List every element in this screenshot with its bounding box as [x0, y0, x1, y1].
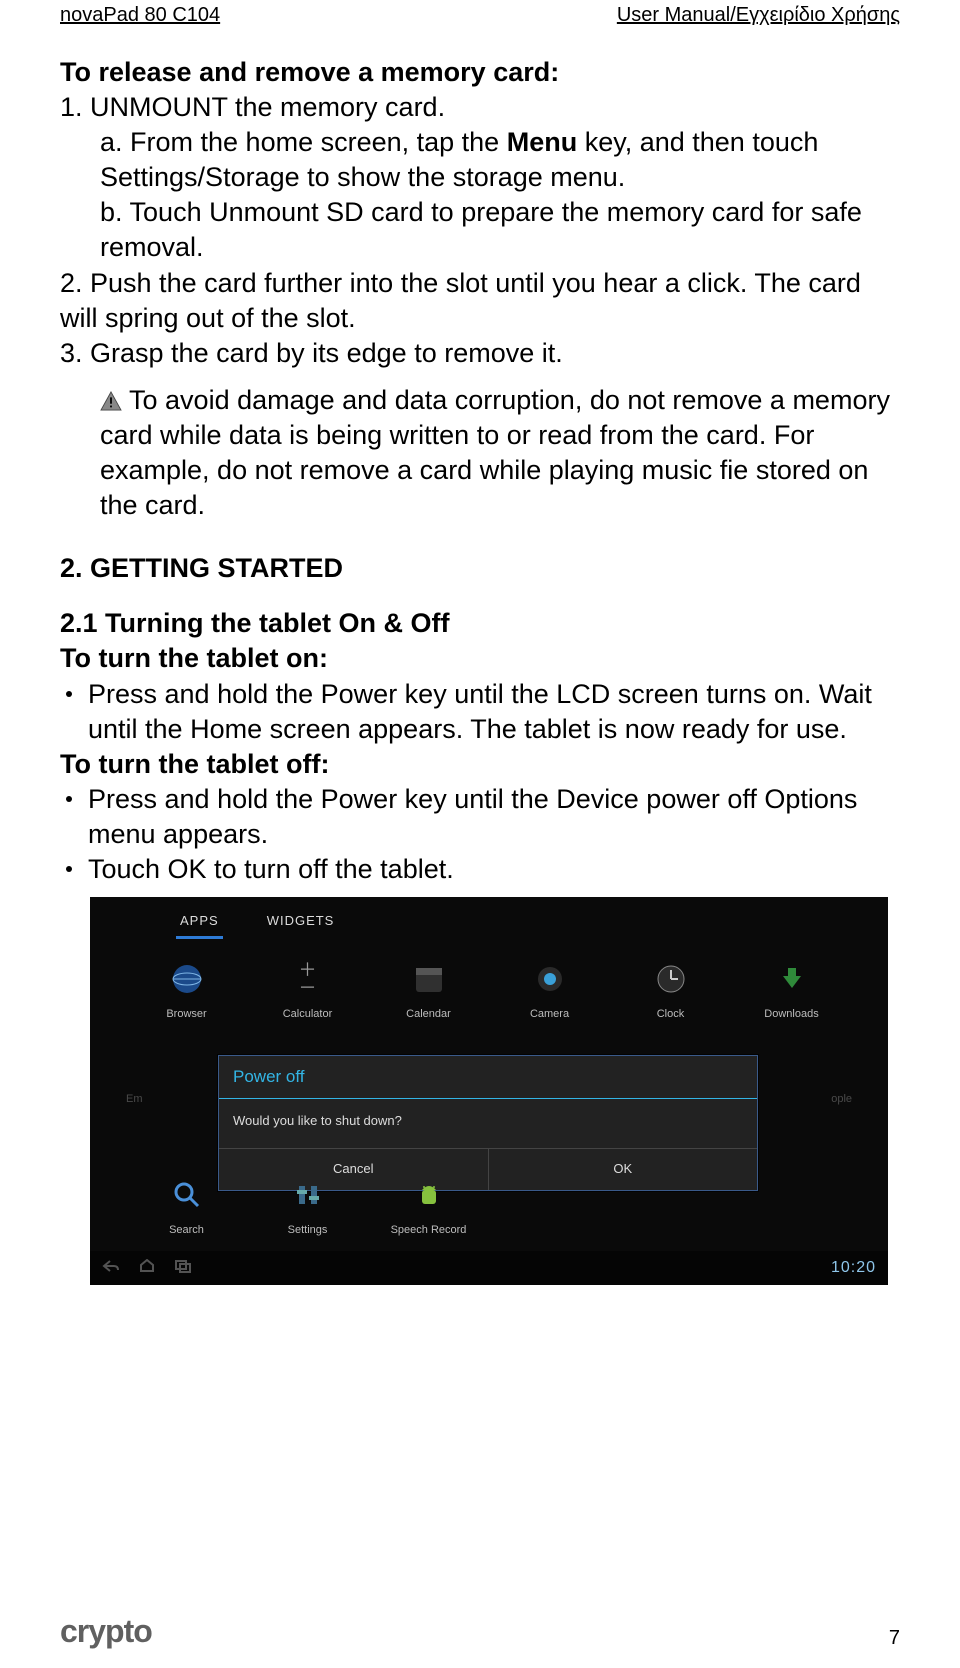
settings-icon	[286, 1173, 330, 1217]
app-search[interactable]: Search	[126, 1173, 247, 1237]
section-release-heading: To release and remove a memory card:	[60, 55, 900, 90]
dialog-title: Power off	[219, 1056, 757, 1099]
app-partial-right: ople	[831, 1092, 852, 1106]
app-calendar[interactable]: Calendar	[368, 957, 489, 1021]
turn-off-bullet-1: Press and hold the Power key until the D…	[60, 782, 900, 852]
home-icon[interactable]	[138, 1259, 156, 1277]
tab-widgets[interactable]: WIDGETS	[263, 907, 339, 939]
power-off-dialog: Power off Would you like to shut down? C…	[218, 1055, 758, 1191]
app-clock[interactable]: Clock	[610, 957, 731, 1021]
calendar-icon	[407, 957, 451, 1001]
app-calculator[interactable]: ＋－ Calculator	[247, 957, 368, 1021]
page-footer: crypto 7	[60, 1613, 900, 1650]
status-clock: 10:20	[831, 1258, 876, 1279]
app-partial-left: Em	[126, 1092, 143, 1106]
clock-icon	[649, 957, 693, 1001]
back-icon[interactable]	[102, 1259, 120, 1277]
app-camera[interactable]: Camera	[489, 957, 610, 1021]
app-downloads[interactable]: Downloads	[731, 957, 852, 1021]
warning-paragraph: To avoid damage and data corruption, do …	[100, 383, 900, 523]
step-1: 1. UNMOUNT the memory card.	[60, 90, 900, 125]
app-speech-record[interactable]: Speech Record	[368, 1173, 489, 1237]
android-navbar: 10:20	[90, 1251, 888, 1285]
turn-off-bullet-2: Touch OK to turn off the tablet.	[60, 852, 900, 887]
camera-icon	[528, 957, 572, 1001]
step-2: 2. Push the card further into the slot u…	[60, 266, 900, 336]
turn-on-title: To turn the tablet on:	[60, 641, 900, 676]
brand-logo: crypto	[60, 1613, 152, 1650]
page-number: 7	[889, 1627, 900, 1650]
android-icon	[407, 1173, 451, 1217]
step-1b: b. Touch Unmount SD card to prepare the …	[100, 195, 900, 265]
warning-text: To avoid damage and data corruption, do …	[100, 385, 890, 520]
tablet-screenshot: APPS WIDGETS Browser ＋－ Calculator Calen…	[90, 897, 888, 1285]
recent-icon[interactable]	[174, 1259, 192, 1277]
page-header: novaPad 80 C104 User Manual/Εγχειρίδιο Χ…	[60, 0, 900, 55]
turn-off-title: To turn the tablet off:	[60, 747, 900, 782]
search-icon	[165, 1173, 209, 1217]
step-3: 3. Grasp the card by its edge to remove …	[60, 336, 900, 371]
globe-icon	[165, 957, 209, 1001]
app-settings[interactable]: Settings	[247, 1173, 368, 1237]
downloads-icon	[770, 957, 814, 1001]
app-browser[interactable]: Browser	[126, 957, 247, 1021]
step-1a: a. From the home screen, tap the Menu ke…	[100, 125, 900, 195]
document-body: To release and remove a memory card: 1. …	[60, 55, 900, 1285]
calculator-icon: ＋－	[286, 957, 330, 1001]
dialog-body: Would you like to shut down?	[219, 1099, 757, 1148]
tab-apps[interactable]: APPS	[176, 907, 223, 939]
section-getting-started: 2. GETTING STARTED	[60, 551, 900, 586]
turn-on-bullet-1: Press and hold the Power key until the L…	[60, 677, 900, 747]
header-right: User Manual/Εγχειρίδιο Χρήσης	[617, 4, 900, 27]
warning-icon	[100, 385, 122, 420]
section-turning-on-off: 2.1 Turning the tablet On & Off	[60, 606, 900, 641]
header-left: novaPad 80 C104	[60, 4, 220, 27]
